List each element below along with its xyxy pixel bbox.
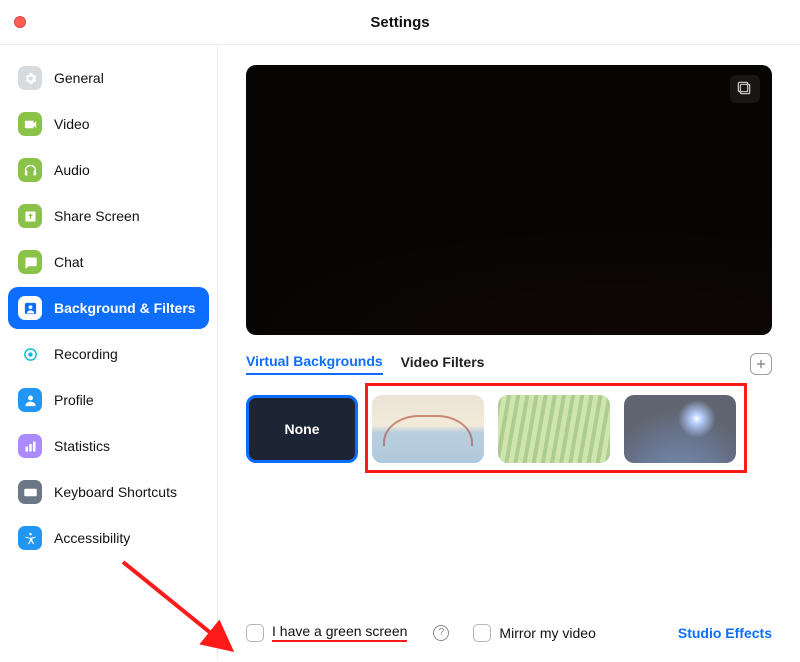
plus-icon <box>754 357 768 371</box>
chat-icon <box>18 250 42 274</box>
studio-effects-link[interactable]: Studio Effects <box>678 625 772 641</box>
rotate-button[interactable] <box>730 75 760 103</box>
sidebar-item-label: Accessibility <box>54 530 130 546</box>
keyboard-icon <box>18 480 42 504</box>
add-background-button[interactable] <box>750 353 772 375</box>
close-window-button[interactable] <box>14 16 26 28</box>
content-pane: Virtual Backgrounds Video Filters None I… <box>218 45 800 660</box>
sidebar-item-label: Audio <box>54 162 90 178</box>
sidebar-item-headphones[interactable]: Audio <box>8 149 209 191</box>
profile-icon <box>18 388 42 412</box>
title-bar: Settings <box>0 0 800 45</box>
share-icon <box>18 204 42 228</box>
sidebar-item-label: Keyboard Shortcuts <box>54 484 177 500</box>
main-layout: General Video Audio Share Screen Chat Ba… <box>0 45 800 660</box>
sidebar-item-stats[interactable]: Statistics <box>8 425 209 467</box>
sidebar-item-profile[interactable]: Profile <box>8 379 209 421</box>
background-thumbnails: None <box>246 395 772 463</box>
window-title: Settings <box>0 14 800 31</box>
sidebar-item-label: Background & Filters <box>54 300 196 316</box>
record-icon <box>18 342 42 366</box>
rotate-icon <box>737 81 753 97</box>
sidebar-item-record[interactable]: Recording <box>8 333 209 375</box>
mirror-checkbox-row[interactable]: Mirror my video <box>473 624 595 642</box>
stats-icon <box>18 434 42 458</box>
tabs: Virtual Backgrounds Video Filters <box>246 353 772 375</box>
bg-option-grass[interactable] <box>498 395 610 463</box>
a11y-icon <box>18 526 42 550</box>
sidebar-item-label: Statistics <box>54 438 110 454</box>
sidebar-item-label: Recording <box>54 346 118 362</box>
green-screen-checkbox[interactable] <box>246 624 264 642</box>
bg-option-earth[interactable] <box>624 395 736 463</box>
tab-video-filters[interactable]: Video Filters <box>401 354 485 374</box>
sidebar-item-share[interactable]: Share Screen <box>8 195 209 237</box>
sidebar-item-label: General <box>54 70 104 86</box>
sidebar-item-keyboard[interactable]: Keyboard Shortcuts <box>8 471 209 513</box>
green-screen-checkbox-row[interactable]: I have a green screen <box>246 623 407 642</box>
video-preview <box>246 65 772 335</box>
bg-option-bridge[interactable] <box>372 395 484 463</box>
person-icon <box>18 296 42 320</box>
help-icon[interactable]: ? <box>433 625 449 641</box>
sidebar-item-label: Chat <box>54 254 84 270</box>
sidebar-item-label: Profile <box>54 392 94 408</box>
green-screen-label: I have a green screen <box>272 623 407 642</box>
sidebar-item-label: Video <box>54 116 90 132</box>
mirror-checkbox[interactable] <box>473 624 491 642</box>
sidebar-item-a11y[interactable]: Accessibility <box>8 517 209 559</box>
sidebar-item-gear[interactable]: General <box>8 57 209 99</box>
sidebar: General Video Audio Share Screen Chat Ba… <box>0 45 218 660</box>
tab-virtual-backgrounds[interactable]: Virtual Backgrounds <box>246 353 383 375</box>
bottom-controls: I have a green screen ? Mirror my video … <box>246 613 772 642</box>
bg-option-none-label: None <box>285 421 320 437</box>
bg-option-none[interactable]: None <box>246 395 358 463</box>
sidebar-item-chat[interactable]: Chat <box>8 241 209 283</box>
camera-icon <box>18 112 42 136</box>
gear-icon <box>18 66 42 90</box>
sidebar-item-person[interactable]: Background & Filters <box>8 287 209 329</box>
sidebar-item-camera[interactable]: Video <box>8 103 209 145</box>
mirror-label: Mirror my video <box>499 625 595 641</box>
headphones-icon <box>18 158 42 182</box>
sidebar-item-label: Share Screen <box>54 208 140 224</box>
